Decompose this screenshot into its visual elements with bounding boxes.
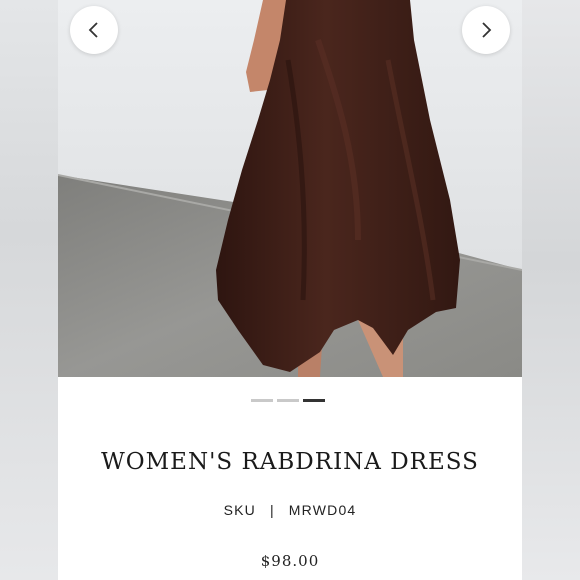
sku-value: MRWD04 (288, 502, 357, 518)
chevron-right-icon (482, 22, 492, 38)
sku-label: SKU (223, 502, 256, 518)
product-sku: SKU | MRWD04 (58, 502, 522, 518)
left-backdrop (0, 0, 58, 580)
carousel-dot-1[interactable] (251, 399, 273, 402)
chevron-left-icon (88, 22, 98, 38)
carousel-dot-2[interactable] (277, 399, 299, 402)
next-image-button[interactable] (462, 6, 510, 54)
carousel-indicators (251, 399, 325, 402)
product-title: WOMEN'S RABDRINA DRESS (101, 449, 479, 475)
right-backdrop (522, 0, 580, 580)
product-image (58, 0, 522, 377)
sku-separator: | (269, 502, 275, 518)
previous-image-button[interactable] (70, 6, 118, 54)
product-card (58, 0, 522, 580)
product-price: $98.00 (260, 552, 320, 570)
carousel-dot-3[interactable] (303, 399, 325, 402)
